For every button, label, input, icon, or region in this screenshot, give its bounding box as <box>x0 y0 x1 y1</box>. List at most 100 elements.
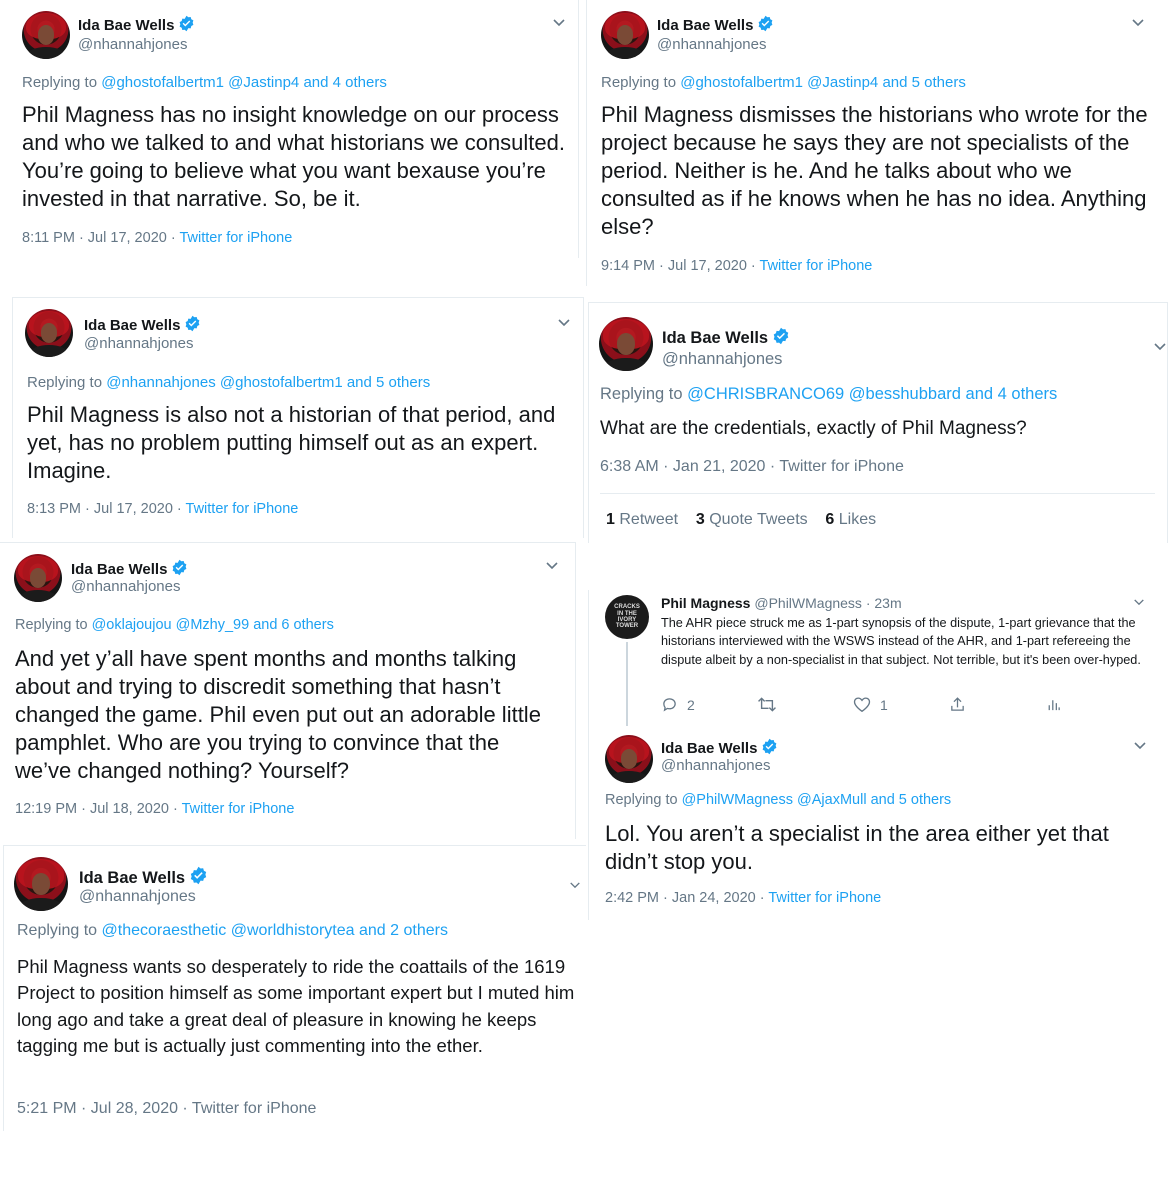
chevron-down-icon[interactable] <box>569 881 581 890</box>
avatar[interactable] <box>599 317 653 371</box>
user-handle: @nhannahjones <box>71 578 181 595</box>
retweet-count-link[interactable]: 1 Retweet <box>606 511 678 528</box>
tweet-text: What are the credentials, exactly of Phi… <box>600 418 1027 439</box>
tweet-text: The AHR piece struck me as 1-part synops… <box>661 616 1141 667</box>
tweet-text: Phil Magness dismisses the historians wh… <box>601 102 1148 239</box>
verified-badge-icon <box>180 15 194 32</box>
divider <box>600 493 1155 494</box>
analytics-icon <box>1048 700 1060 711</box>
user-handle: @nhannahjones <box>661 757 771 774</box>
tweet-text: Lol. You aren’t a specialist in the area… <box>605 821 1109 874</box>
reply-context: Replying to @ghostofalbertm1 @Jastinp4 a… <box>601 74 966 91</box>
chevron-down-icon[interactable] <box>1131 18 1145 28</box>
user-handle: @nhannahjones <box>657 36 767 53</box>
timestamp[interactable]: 8:11 PM · Jul 17, 2020 · <box>22 230 176 246</box>
reply-context: Replying to @nhannahjones @ghostofalbert… <box>27 374 431 391</box>
display-name[interactable]: Ida Bae Wells <box>71 559 188 578</box>
chevron-down-icon[interactable] <box>557 318 571 328</box>
verified-badge-icon <box>773 327 789 345</box>
avatar[interactable] <box>605 735 653 783</box>
like-count-link[interactable]: 6 Likes <box>825 511 876 528</box>
reply-count: 2 <box>687 696 695 713</box>
avatar[interactable] <box>22 11 70 59</box>
tweet-source[interactable]: Twitter for iPhone <box>760 258 873 274</box>
display-name[interactable]: Phil Magness @PhilWMagness · 23m <box>661 595 902 611</box>
tweet-text: Phil Magness wants so desperately to rid… <box>17 956 575 1056</box>
tweet-source[interactable]: Twitter for iPhone <box>182 801 295 817</box>
tweet-card[interactable]: Ida Bae Wells @nhannahjones Replying to … <box>8 0 579 258</box>
reply-mentions[interactable]: @CHRISBRANCO69 @besshubbard and 4 others <box>687 385 1057 403</box>
verified-badge-icon <box>759 15 773 32</box>
avatar[interactable] <box>601 11 649 59</box>
tweet-card[interactable]: CRACKS IN THE IVORY TOWER Phil Magness @… <box>589 590 1169 726</box>
tweet-card[interactable]: Ida Bae Wells @nhannahjones Replying to … <box>0 542 576 839</box>
tweet-meta: 2:42 PM · Jan 24, 2020 · Twitter for iPh… <box>605 890 881 906</box>
tweet-card[interactable]: Ida Bae Wells @nhannahjones Replying to … <box>3 845 586 1131</box>
tweet-text: Phil Magness has no insight knowledge on… <box>22 102 565 211</box>
display-name[interactable]: Ida Bae Wells <box>79 866 208 888</box>
reply-mentions[interactable]: @ghostofalbertm1 @Jastinp4 and 4 others <box>101 74 387 91</box>
verified-badge-icon <box>190 866 207 885</box>
timestamp[interactable]: 12:19 PM · Jul 18, 2020 · <box>15 801 178 817</box>
share-button[interactable] <box>949 696 1045 713</box>
reply-context: Replying to @CHRISBRANCO69 @besshubbard … <box>600 385 1058 403</box>
chevron-down-icon[interactable] <box>1133 598 1145 607</box>
avatar[interactable] <box>14 554 62 602</box>
tweet-meta: 8:11 PM · Jul 17, 2020 · Twitter for iPh… <box>22 230 292 246</box>
user-handle: @nhannahjones <box>662 350 783 368</box>
tweet-text: Phil Magness is also not a historian of … <box>27 402 556 483</box>
share-icon <box>951 697 964 711</box>
tweet-stats: 1 Retweet 3 Quote Tweets 6 Likes <box>606 511 876 529</box>
user-handle: @nhannahjones <box>79 888 196 905</box>
like-count: 1 <box>880 696 888 713</box>
reply-context: Replying to @oklajoujou @Mzhy_99 and 6 o… <box>15 617 334 633</box>
timestamp[interactable]: 5:21 PM · Jul 28, 2020 · <box>17 1100 188 1117</box>
reply-mentions[interactable]: @ghostofalbertm1 @Jastinp4 and 5 others <box>680 74 966 91</box>
avatar[interactable] <box>14 857 68 911</box>
reply-mentions[interactable]: @thecoraesthetic @worldhistorytea and 2 … <box>102 922 448 939</box>
user-handle: @nhannahjones <box>84 335 194 352</box>
verified-badge-icon <box>763 738 777 755</box>
reply-context: Replying to @thecoraesthetic @worldhisto… <box>17 922 448 939</box>
tweet-source[interactable]: Twitter for iPhone <box>192 1100 317 1117</box>
tweet-meta[interactable]: 6:38 AM · Jan 21, 2020 · Twitter for iPh… <box>600 458 904 476</box>
retweet-button[interactable] <box>757 696 853 713</box>
reply-mentions[interactable]: @nhannahjones @ghostofalbertm1 and 5 oth… <box>106 374 430 391</box>
tweet-meta: 9:14 PM · Jul 17, 2020 · Twitter for iPh… <box>601 258 872 274</box>
tweet-card[interactable]: Ida Bae Wells @nhannahjones Replying to … <box>588 302 1168 543</box>
tweet-meta: 8:13 PM · Jul 17, 2020 · Twitter for iPh… <box>27 501 298 517</box>
reply-mentions[interactable]: @PhilWMagness @AjaxMull and 5 others <box>682 792 952 808</box>
tweet-source[interactable]: Twitter for iPhone <box>186 501 299 517</box>
tweet-card[interactable]: Ida Bae Wells @nhannahjones Replying to … <box>12 297 584 538</box>
thread-connector <box>626 642 628 726</box>
display-name[interactable]: Ida Bae Wells <box>78 15 195 34</box>
display-name[interactable]: Ida Bae Wells <box>84 315 201 334</box>
tweet-card[interactable]: Ida Bae Wells @nhannahjones Replying to … <box>586 0 1170 286</box>
reply-button[interactable]: 2 <box>661 696 757 713</box>
tweet-source[interactable]: Twitter for iPhone <box>179 230 292 246</box>
timestamp[interactable]: 8:13 PM · Jul 17, 2020 · <box>27 501 182 517</box>
chevron-down-icon[interactable] <box>545 561 559 571</box>
chevron-down-icon[interactable] <box>552 18 566 28</box>
like-button[interactable]: 1 <box>853 696 949 713</box>
timestamp[interactable]: 9:14 PM · Jul 17, 2020 · <box>601 258 756 274</box>
analytics-button[interactable] <box>1045 696 1062 713</box>
display-name[interactable]: Ida Bae Wells <box>657 15 774 34</box>
reply-mentions[interactable]: @oklajoujou @Mzhy_99 and 6 others <box>92 617 334 633</box>
tweet-text: And yet y’all have spent months and mont… <box>15 646 541 783</box>
chevron-down-icon[interactable] <box>1133 741 1147 751</box>
tweet-actions: 2 1 <box>661 696 1062 713</box>
chevron-down-icon[interactable] <box>1153 342 1167 352</box>
display-name[interactable]: Ida Bae Wells <box>662 327 790 348</box>
thread-card: CRACKS IN THE IVORY TOWER Phil Magness @… <box>588 590 1169 920</box>
tweet-card[interactable]: Ida Bae Wells @nhannahjones Replying to … <box>589 728 1169 920</box>
verified-badge-icon <box>173 559 187 576</box>
timestamp[interactable]: 2:42 PM · Jan 24, 2020 · <box>605 890 765 906</box>
tweet-meta: 12:19 PM · Jul 18, 2020 · Twitter for iP… <box>15 801 294 817</box>
display-name[interactable]: Ida Bae Wells <box>661 738 778 757</box>
heart-icon <box>853 697 871 713</box>
avatar[interactable] <box>25 309 73 357</box>
tweet-source[interactable]: Twitter for iPhone <box>768 890 881 906</box>
quote-count-link[interactable]: 3 Quote Tweets <box>696 511 808 528</box>
avatar[interactable]: CRACKS IN THE IVORY TOWER <box>605 595 649 639</box>
